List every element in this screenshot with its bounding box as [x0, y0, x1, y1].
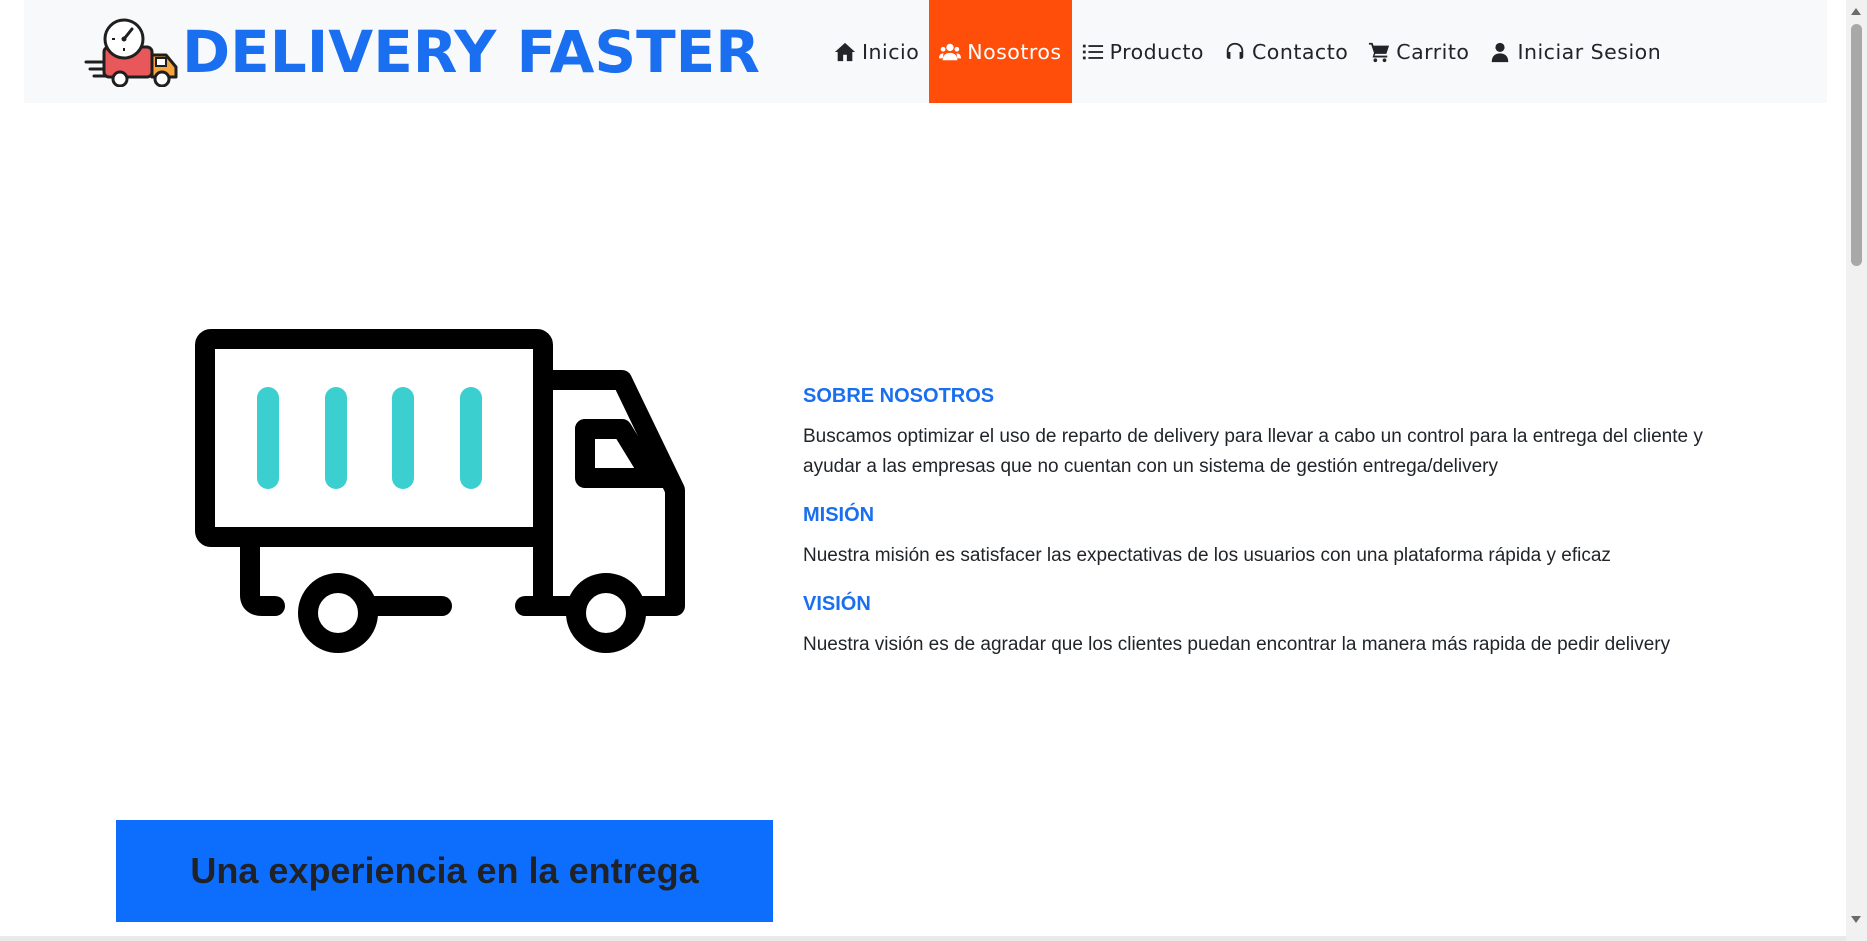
vertical-scrollbar[interactable] — [1846, 0, 1867, 941]
user-icon — [1492, 42, 1509, 62]
mission-text: Nuestra misión es satisfacer las expecta… — [803, 545, 1611, 566]
page-bottom-edge — [0, 936, 1846, 941]
nav-item-inicio[interactable]: Inicio — [824, 0, 929, 103]
truck-icon — [190, 320, 700, 660]
about-text: Buscamos optimizar el uso de reparto de … — [803, 426, 1703, 477]
nav-item-carrito[interactable]: Carrito — [1358, 0, 1479, 103]
nav-item-iniciar-sesion[interactable]: Iniciar Sesion — [1479, 0, 1671, 103]
nav-item-label: Carrito — [1396, 39, 1470, 64]
list-icon — [1082, 44, 1103, 59]
main-nav: Inicio Nosotros Producto Contacto Carrit… — [824, 0, 1671, 103]
nav-item-label: Producto — [1109, 39, 1204, 64]
scroll-up-arrow-icon[interactable] — [1851, 8, 1861, 15]
nav-item-label: Nosotros — [967, 39, 1062, 64]
scroll-down-arrow-icon[interactable] — [1851, 916, 1861, 923]
users-icon — [939, 43, 962, 60]
about-section: SOBRE NOSOTROS Buscamos optimizar el uso… — [803, 385, 1763, 682]
about-title: SOBRE NOSOTROS — [803, 385, 995, 407]
nav-item-producto[interactable]: Producto — [1072, 0, 1214, 103]
experience-banner-text: Una experiencia en la entrega — [190, 850, 699, 891]
nav-item-contacto[interactable]: Contacto — [1214, 0, 1358, 103]
experience-banner: Una experiencia en la entrega — [116, 820, 773, 922]
headset-icon — [1226, 42, 1244, 59]
mission-title: MISIÓN — [803, 504, 875, 526]
delivery-truck-clock-icon — [84, 17, 182, 88]
page: DELIVERY FASTER Inicio Nosotros Producto… — [0, 0, 1846, 941]
vision-text: Nuestra visión es de agradar que los cli… — [803, 634, 1671, 655]
cart-icon — [1369, 42, 1390, 62]
nav-item-label: Contacto — [1251, 39, 1349, 64]
navbar: DELIVERY FASTER Inicio Nosotros Producto… — [24, 0, 1827, 103]
home-icon — [834, 42, 856, 61]
brand-name: DELIVERY FASTER — [182, 18, 760, 86]
nav-item-nosotros[interactable]: Nosotros — [929, 0, 1072, 103]
nav-item-label: Iniciar Sesion — [1517, 39, 1662, 64]
nav-item-label: Inicio — [862, 39, 920, 64]
brand[interactable]: DELIVERY FASTER — [84, 14, 760, 90]
scrollbar-thumb[interactable] — [1851, 24, 1862, 266]
vision-title: VISIÓN — [803, 593, 871, 615]
